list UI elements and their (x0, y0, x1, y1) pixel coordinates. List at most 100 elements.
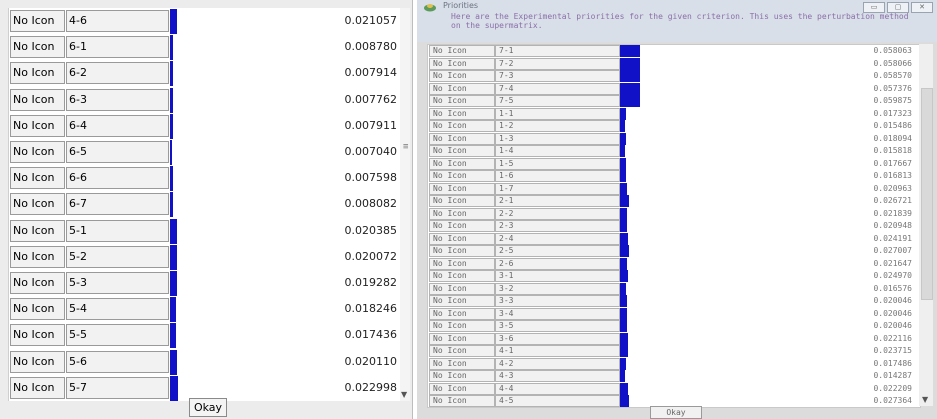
icon-label-cell[interactable]: No Icon (429, 120, 495, 132)
icon-label-cell[interactable]: No Icon (429, 270, 495, 282)
node-name-cell[interactable]: 6-7 (66, 193, 169, 216)
icon-label-cell[interactable]: No Icon (429, 245, 495, 257)
icon-label-cell[interactable]: No Icon (429, 357, 495, 370)
node-name-cell[interactable]: 5-7 (66, 376, 169, 399)
node-name-cell[interactable]: 6-1 (66, 36, 169, 59)
icon-label-cell[interactable]: No Icon (429, 307, 495, 320)
node-name-cell[interactable]: 5-4 (66, 298, 169, 321)
icon-label-cell[interactable]: No Icon (429, 320, 495, 332)
icon-label-cell[interactable]: No Icon (10, 10, 65, 32)
node-name-cell[interactable]: 5-2 (66, 245, 169, 268)
node-name-cell[interactable]: 2-1 (495, 195, 620, 207)
node-name-cell[interactable]: 1-7 (495, 182, 620, 195)
node-name-cell[interactable]: 2-5 (495, 245, 620, 257)
icon-label-cell[interactable]: No Icon (10, 62, 65, 85)
node-name-cell[interactable]: 4-1 (495, 345, 620, 357)
left-scrollbar[interactable]: ≡ ▼ (400, 8, 410, 401)
close-icon[interactable]: ✕ (911, 2, 933, 13)
node-name-cell[interactable]: 6-5 (66, 141, 169, 163)
icon-label-cell[interactable]: No Icon (429, 95, 495, 107)
node-name-cell[interactable]: 5-6 (66, 350, 169, 373)
icon-label-cell[interactable]: No Icon (10, 350, 65, 373)
icon-label-cell[interactable]: No Icon (429, 132, 495, 145)
node-name-cell[interactable]: 1-1 (495, 107, 620, 120)
icon-label-cell[interactable]: No Icon (429, 332, 495, 345)
icon-label-cell[interactable]: No Icon (429, 382, 495, 395)
node-name-cell[interactable]: 1-6 (495, 170, 620, 182)
scroll-down-icon[interactable]: ▼ (922, 395, 928, 404)
icon-label-cell[interactable]: No Icon (429, 295, 495, 307)
icon-label-cell[interactable]: No Icon (429, 170, 495, 182)
node-name-cell[interactable]: 7-4 (495, 82, 620, 95)
node-name-cell[interactable]: 1-5 (495, 157, 620, 170)
node-name-cell[interactable]: 4-6 (66, 10, 169, 32)
node-name-cell[interactable]: 1-3 (495, 132, 620, 145)
icon-label-cell[interactable]: No Icon (429, 57, 495, 70)
icon-label-cell[interactable]: No Icon (10, 376, 65, 399)
node-name-cell[interactable]: 5-5 (66, 324, 169, 347)
icon-label-cell[interactable]: No Icon (10, 245, 65, 268)
node-name-cell[interactable]: 3-6 (495, 332, 620, 345)
scroll-down-icon[interactable]: ▼ (401, 390, 407, 399)
icon-label-cell[interactable]: No Icon (429, 232, 495, 245)
icon-label-cell[interactable]: No Icon (429, 345, 495, 357)
node-name-cell[interactable]: 3-2 (495, 282, 620, 295)
icon-label-cell[interactable]: No Icon (429, 82, 495, 95)
dialog-scrollbar[interactable]: ▼ (919, 44, 933, 406)
node-name-cell[interactable]: 4-3 (495, 370, 620, 382)
node-name-cell[interactable]: 3-5 (495, 320, 620, 332)
node-name-cell[interactable]: 2-6 (495, 257, 620, 270)
icon-label-cell[interactable]: No Icon (10, 298, 65, 321)
icon-label-cell[interactable]: No Icon (10, 272, 65, 294)
node-name-cell[interactable]: 1-2 (495, 120, 620, 132)
icon-label-cell[interactable]: No Icon (10, 219, 65, 242)
icon-label-cell[interactable]: No Icon (429, 220, 495, 232)
icon-label-cell[interactable]: No Icon (10, 114, 65, 137)
icon-label-cell[interactable]: No Icon (429, 395, 495, 407)
table-row: No Icon 5-7 0.022998 (9, 375, 401, 401)
node-name-cell[interactable]: 4-5 (495, 395, 620, 407)
icon-label-cell[interactable]: No Icon (429, 107, 495, 120)
icon-label-cell[interactable]: No Icon (429, 45, 495, 57)
icon-label-cell[interactable]: No Icon (429, 70, 495, 82)
icon-label-cell[interactable]: No Icon (10, 88, 65, 111)
okay-button-left[interactable]: Okay (189, 398, 227, 417)
icon-label-cell[interactable]: No Icon (429, 182, 495, 195)
node-name-cell[interactable]: 5-3 (66, 272, 169, 294)
icon-label-cell[interactable]: No Icon (429, 370, 495, 382)
node-name-cell[interactable]: 7-3 (495, 70, 620, 82)
icon-label-cell[interactable]: No Icon (429, 145, 495, 157)
okay-button-dialog[interactable]: Okay (650, 406, 702, 419)
node-name-cell[interactable]: 6-6 (66, 167, 169, 190)
icon-label-cell[interactable]: No Icon (10, 167, 65, 190)
priority-bar (620, 45, 640, 57)
node-name-cell[interactable]: 5-1 (66, 219, 169, 242)
icon-label-cell[interactable]: No Icon (10, 141, 65, 163)
icon-label-cell[interactable]: No Icon (10, 193, 65, 216)
icon-label-cell[interactable]: No Icon (429, 257, 495, 270)
priority-value: 0.017486 (873, 358, 912, 368)
node-name-cell[interactable]: 1-4 (495, 145, 620, 157)
node-name-cell[interactable]: 6-2 (66, 62, 169, 85)
icon-label-cell[interactable]: No Icon (429, 282, 495, 295)
node-name-cell[interactable]: 7-2 (495, 57, 620, 70)
node-name-cell[interactable]: 4-4 (495, 382, 620, 395)
icon-label-cell[interactable]: No Icon (429, 207, 495, 220)
icon-label-cell[interactable]: No Icon (429, 157, 495, 170)
node-name-cell[interactable]: 3-4 (495, 307, 620, 320)
table-row: No Icon 3-3 0.020046 (428, 295, 920, 307)
node-name-cell[interactable]: 3-3 (495, 295, 620, 307)
node-name-cell[interactable]: 7-1 (495, 45, 620, 57)
node-name-cell[interactable]: 4-2 (495, 357, 620, 370)
icon-label-cell[interactable]: No Icon (10, 36, 65, 59)
node-name-cell[interactable]: 2-3 (495, 220, 620, 232)
node-name-cell[interactable]: 7-5 (495, 95, 620, 107)
node-name-cell[interactable]: 3-1 (495, 270, 620, 282)
node-name-cell[interactable]: 2-2 (495, 207, 620, 220)
dialog-scroll-thumb[interactable] (921, 88, 933, 300)
icon-label-cell[interactable]: No Icon (10, 324, 65, 347)
node-name-cell[interactable]: 2-4 (495, 232, 620, 245)
node-name-cell[interactable]: 6-4 (66, 114, 169, 137)
icon-label-cell[interactable]: No Icon (429, 195, 495, 207)
node-name-cell[interactable]: 6-3 (66, 88, 169, 111)
